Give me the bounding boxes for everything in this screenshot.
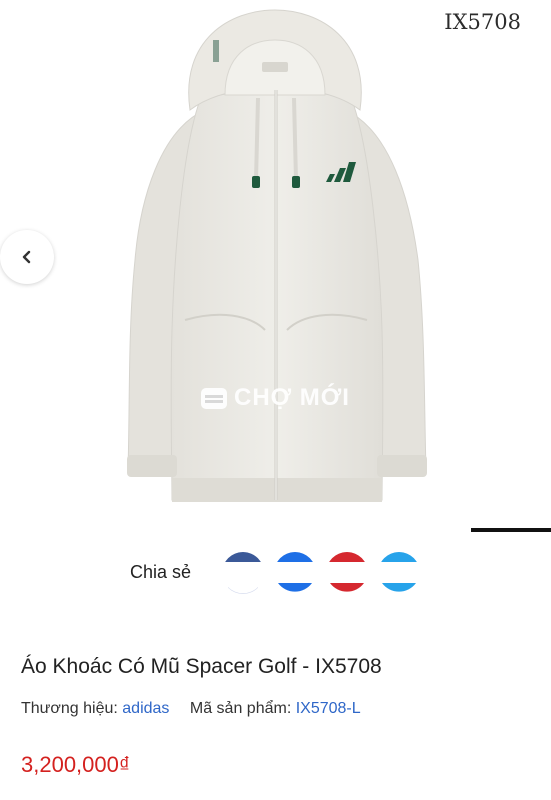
share-twitter-button[interactable]	[378, 552, 420, 594]
share-messenger-button[interactable]	[274, 552, 316, 594]
watermark-text: CHỢ MỚI	[234, 384, 350, 411]
chevron-left-icon	[22, 250, 31, 264]
pinterest-icon	[326, 552, 368, 594]
image-sku-label: IX5708	[444, 10, 521, 34]
sku-label: Mã sản phẩm:	[189, 700, 292, 717]
product-image	[127, 9, 427, 502]
previous-image-button[interactable]	[0, 230, 54, 284]
share-pinterest-button[interactable]	[326, 552, 368, 594]
facebook-icon	[222, 552, 264, 594]
product-meta: Thương hiệu: adidas Mã sản phẩm: IX5708-…	[21, 700, 361, 718]
twitter-icon	[378, 552, 420, 594]
watermark: CHỢ MỚI	[200, 384, 350, 412]
share-facebook-button[interactable]	[222, 552, 264, 594]
share-row: Chia sẻ	[0, 552, 551, 596]
sku-link[interactable]: IX5708-L	[296, 700, 361, 717]
product-gallery[interactable]: IX5708 CHỢ MỚI	[0, 0, 551, 532]
gallery-progress-indicator	[471, 528, 551, 532]
product-title: Áo Khoác Có Mũ Spacer Golf - IX5708	[21, 655, 382, 678]
messenger-icon	[274, 552, 316, 594]
store-icon	[201, 388, 227, 409]
brand-link[interactable]: adidas	[122, 700, 169, 717]
product-price: 3,200,000₫	[21, 752, 131, 777]
brand-label: Thương hiệu:	[21, 700, 118, 717]
share-label: Chia sẻ	[130, 562, 192, 582]
